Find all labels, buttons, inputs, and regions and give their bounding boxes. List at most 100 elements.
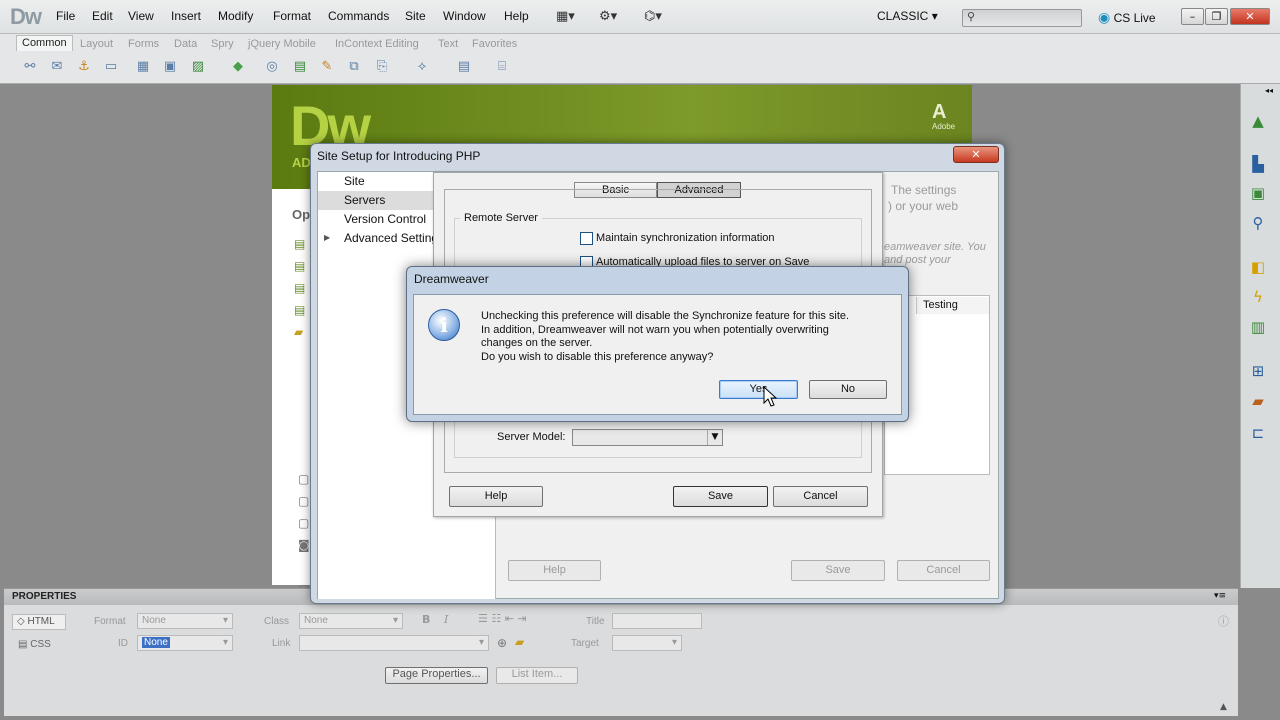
images-icon[interactable]: ▨ bbox=[188, 58, 208, 76]
css-mode-button[interactable]: ▤ CSS bbox=[18, 639, 51, 650]
menu-file[interactable]: File bbox=[56, 9, 75, 23]
date-icon[interactable]: ◎ bbox=[262, 58, 282, 76]
class-select[interactable]: None ▾ bbox=[299, 613, 403, 629]
menu-insert[interactable]: Insert bbox=[171, 9, 201, 23]
help-icon[interactable]: ⓘ bbox=[1218, 613, 1229, 629]
maintain-sync-checkbox[interactable] bbox=[580, 232, 593, 245]
menu-modify[interactable]: Modify bbox=[218, 9, 253, 23]
tab-text[interactable]: Text bbox=[438, 38, 458, 50]
insert-div-icon[interactable]: ▣ bbox=[160, 58, 180, 76]
table-icon[interactable]: ▦ bbox=[133, 58, 153, 76]
tag-inspector-icon[interactable]: ⚲ bbox=[1246, 212, 1270, 234]
files-icon[interactable]: ⊞ bbox=[1246, 360, 1270, 382]
html-label: HTML bbox=[27, 616, 55, 627]
close-app-button[interactable]: ✕ bbox=[1230, 8, 1270, 25]
alert-title: Dreamweaver bbox=[414, 272, 489, 286]
gear-icon[interactable]: ⚙▾ bbox=[599, 9, 633, 25]
tab-favorites[interactable]: Favorites bbox=[472, 38, 517, 50]
comment-icon[interactable]: ✎ bbox=[317, 58, 337, 76]
target-select[interactable]: ▾ bbox=[612, 635, 682, 651]
snippets-icon[interactable]: ⊏ bbox=[1246, 422, 1270, 444]
chevron-down-icon: ▾ bbox=[222, 615, 228, 626]
tab-jquery-mobile[interactable]: jQuery Mobile bbox=[248, 38, 316, 50]
id-select[interactable]: None ▾ bbox=[137, 635, 233, 651]
menu-commands[interactable]: Commands bbox=[328, 9, 389, 23]
menu-window[interactable]: Window bbox=[443, 9, 486, 23]
hyperlink-icon[interactable]: ⚯ bbox=[20, 58, 40, 76]
named-anchor-icon[interactable]: ⚓ bbox=[74, 58, 94, 76]
maximize-button[interactable]: ❐ bbox=[1205, 8, 1228, 25]
layout-icon[interactable]: ▦▾ bbox=[556, 9, 590, 25]
info-icon: i bbox=[428, 309, 460, 341]
expand-icon[interactable]: ▲ bbox=[1220, 702, 1227, 712]
remote-server-label: Remote Server bbox=[460, 212, 542, 224]
workspace-switcher[interactable]: CLASSIC ▾ bbox=[877, 9, 938, 23]
help-search-input[interactable]: ⚲ bbox=[962, 9, 1082, 27]
insert-panel-icon[interactable]: ▲ bbox=[1246, 110, 1270, 132]
tab-incontext-editing[interactable]: InContext Editing bbox=[335, 38, 419, 50]
ap-elements-icon[interactable]: ▣ bbox=[1246, 182, 1270, 204]
link-input[interactable]: ▾ bbox=[299, 635, 489, 651]
menu-site[interactable]: Site bbox=[405, 9, 426, 23]
minimize-button[interactable]: – bbox=[1181, 8, 1204, 25]
templates-icon[interactable]: ⟡ bbox=[412, 58, 432, 76]
server-side-include-icon[interactable]: ▤ bbox=[290, 58, 310, 76]
horizontal-rule-icon[interactable]: ▭ bbox=[101, 58, 121, 76]
bindings-icon[interactable]: ▥ bbox=[1246, 316, 1270, 338]
server-model-select[interactable]: ▼ bbox=[572, 429, 723, 446]
menu-help[interactable]: Help bbox=[504, 9, 529, 23]
format-label: Format bbox=[94, 616, 126, 627]
title-input[interactable] bbox=[612, 613, 702, 629]
tab-spry[interactable]: Spry bbox=[211, 38, 234, 50]
class-label: Class bbox=[264, 616, 290, 627]
yes-button[interactable]: Yes bbox=[719, 380, 798, 399]
site-manager-icon[interactable]: ⌬▾ bbox=[644, 9, 678, 25]
help-button-disabled[interactable]: Help bbox=[508, 560, 601, 581]
tab-layout[interactable]: Layout bbox=[80, 38, 113, 50]
email-link-icon[interactable]: ✉ bbox=[47, 58, 67, 76]
widget-icon[interactable]: ⌸ bbox=[492, 58, 512, 76]
menu-view[interactable]: View bbox=[128, 9, 154, 23]
tab-data[interactable]: Data bbox=[174, 38, 197, 50]
no-button[interactable]: No bbox=[809, 380, 887, 399]
bold-icon[interactable]: B bbox=[422, 613, 430, 626]
list-icons[interactable]: ☰ ☷ ⇤ ⇥ bbox=[478, 612, 527, 625]
create-new-icons[interactable]: ▢▢▢◙▢ bbox=[298, 468, 310, 600]
cs-live-button[interactable]: ◉ CS Live bbox=[1098, 9, 1156, 26]
tab-common[interactable]: Common bbox=[16, 35, 73, 51]
menu-edit[interactable]: Edit bbox=[92, 9, 113, 23]
italic-icon[interactable]: I bbox=[444, 613, 448, 626]
page-properties-button[interactable]: Page Properties... bbox=[385, 667, 488, 684]
assets-icon[interactable]: ▰ bbox=[1246, 390, 1270, 412]
tab-forms[interactable]: Forms bbox=[128, 38, 159, 50]
class-value: None bbox=[304, 615, 328, 626]
app-logo: Dw bbox=[10, 4, 42, 29]
alert-line-4: Do you wish to disable this preference a… bbox=[481, 350, 714, 363]
id-value: None bbox=[142, 637, 170, 648]
panel-options-icon[interactable]: ▾≡ bbox=[1214, 591, 1226, 601]
save-button-disabled[interactable]: Save bbox=[791, 560, 885, 581]
recent-file-icons[interactable]: ▤ ▤ ▤ ▤ ▰ bbox=[294, 233, 305, 343]
rs-save-button[interactable]: Save bbox=[673, 486, 768, 507]
alert-message: Unchecking this preference will disable … bbox=[481, 310, 849, 364]
cancel-button-disabled[interactable]: Cancel bbox=[897, 560, 990, 581]
databases-icon[interactable]: ◧ bbox=[1246, 256, 1270, 278]
script-icon[interactable]: ⎘ bbox=[372, 58, 392, 76]
format-select[interactable]: None ▾ bbox=[137, 613, 233, 629]
server-behaviors-icon[interactable]: ϟ bbox=[1246, 286, 1270, 308]
list-item-button[interactable]: List Item... bbox=[496, 667, 578, 684]
menu-format[interactable]: Format bbox=[273, 9, 311, 23]
close-dialog-button[interactable]: ✕ bbox=[953, 146, 999, 163]
rs-cancel-button[interactable]: Cancel bbox=[773, 486, 868, 507]
browse-folder-icon[interactable]: ▰ bbox=[515, 635, 524, 649]
tag-chooser-icon[interactable]: ▤ bbox=[454, 58, 474, 76]
id-label: ID bbox=[118, 638, 128, 649]
head-icon[interactable]: ⧉ bbox=[344, 58, 364, 76]
media-icon[interactable]: ◆ bbox=[228, 58, 248, 76]
css-styles-icon[interactable]: ▙ bbox=[1246, 153, 1270, 175]
point-to-file-icon[interactable]: ⊕ bbox=[497, 636, 507, 650]
collapse-icon[interactable]: ◂◂ bbox=[1265, 86, 1273, 95]
rs-help-button[interactable]: Help bbox=[449, 486, 543, 507]
menu-bar: Dw File Edit View Insert Modify Format C… bbox=[0, 0, 1280, 34]
html-mode-button[interactable]: ◇ HTML bbox=[12, 614, 66, 630]
